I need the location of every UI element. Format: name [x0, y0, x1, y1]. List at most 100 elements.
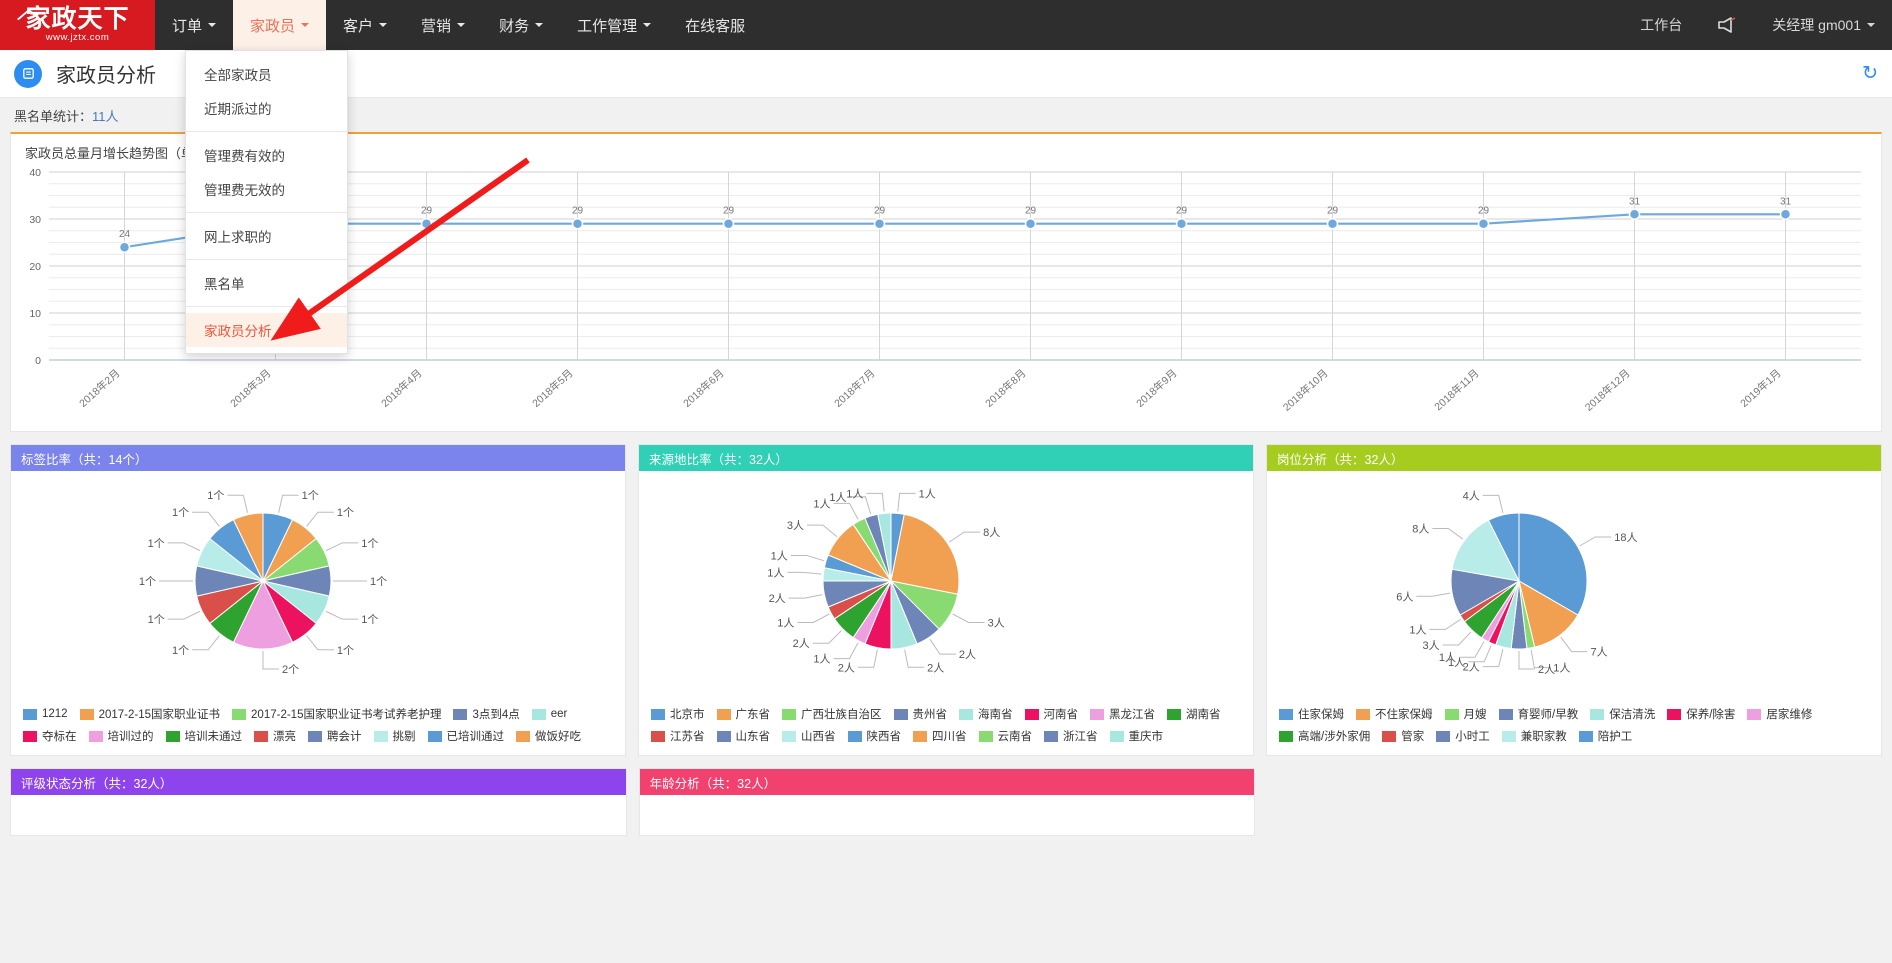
- legend-item[interactable]: 贵州省: [893, 706, 947, 722]
- legend-item[interactable]: 夺标在: [23, 728, 77, 744]
- panel-age-analysis: 年龄分析（共：32人）: [638, 768, 1256, 836]
- brand-logo[interactable]: 家政天下 www.jztx.com: [0, 0, 155, 50]
- nav-workbench[interactable]: 工作台: [1623, 0, 1699, 50]
- menu-item-网上求职的[interactable]: 网上求职的: [186, 219, 347, 253]
- menu-item-管理费有效的[interactable]: 管理费有效的: [186, 138, 347, 172]
- legend-item[interactable]: 做饭好吃: [516, 728, 581, 744]
- legend-item[interactable]: 3点到4点: [453, 706, 520, 722]
- legend-item[interactable]: 挑剔: [373, 728, 416, 744]
- legend-label: 山西省: [801, 731, 836, 743]
- page-title: 家政员分析: [56, 65, 156, 87]
- legend-item[interactable]: 1212: [23, 706, 68, 722]
- nav-item-0[interactable]: 订单: [155, 0, 233, 50]
- legend-swatch: [1279, 708, 1293, 720]
- legend-item[interactable]: 黑龙江省: [1090, 706, 1155, 722]
- legend-item[interactable]: 山西省: [782, 728, 836, 744]
- legend-item[interactable]: 海南省: [959, 706, 1013, 722]
- legend-swatch: [165, 730, 180, 742]
- legend-item[interactable]: 广东省: [716, 706, 771, 722]
- pie-slice-label: 1人: [1409, 623, 1426, 636]
- legend-item[interactable]: 兼职家教: [1501, 728, 1567, 744]
- legend-item[interactable]: 广西壮族自治区: [782, 706, 882, 722]
- legend-item[interactable]: 山东省: [716, 728, 771, 744]
- legend-label: 高端/涉外家佣: [1298, 731, 1371, 743]
- nav-item-label: 家政员: [250, 17, 296, 35]
- legend-swatch: [651, 708, 665, 720]
- legend-swatch: [847, 730, 862, 742]
- housekeeper-dropdown-menu[interactable]: 全部家政员 近期派过的管理费有效的 管理费无效的 网上求职的黑名单家政员分析: [185, 50, 348, 354]
- legend-swatch: [453, 708, 468, 720]
- pie-slice-label: 1个: [302, 489, 319, 502]
- svg-text:2018年6月: 2018年6月: [681, 367, 727, 410]
- megaphone-icon[interactable]: [1699, 0, 1755, 50]
- legend-item[interactable]: 保养/除害: [1667, 706, 1735, 722]
- nav-user-menu[interactable]: 关经理 gm001: [1755, 0, 1892, 50]
- svg-text:2018年7月: 2018年7月: [832, 367, 878, 410]
- nav-item-5[interactable]: 工作管理: [560, 0, 668, 50]
- legend-item[interactable]: eer: [531, 706, 567, 722]
- legend-item[interactable]: 四川省: [913, 728, 967, 744]
- legend-swatch: [959, 708, 973, 720]
- legend-item[interactable]: 育婴师/早教: [1498, 706, 1578, 722]
- pie-slice-label: 8人: [1412, 522, 1429, 535]
- legend-item[interactable]: 不住家保姆: [1356, 706, 1433, 722]
- refresh-icon[interactable]: ↻: [1862, 62, 1878, 85]
- legend-item[interactable]: 小时工: [1436, 728, 1490, 744]
- svg-text:29: 29: [723, 206, 735, 217]
- legend-label: 月嫂: [1463, 709, 1487, 721]
- nav-item-6[interactable]: 在线客服: [668, 0, 762, 50]
- legend-item[interactable]: 月嫂: [1444, 706, 1487, 722]
- legend-item[interactable]: 已培训通过: [427, 728, 504, 744]
- menu-item-近期派过的[interactable]: 近期派过的: [186, 91, 347, 125]
- legend-item[interactable]: 2017-2-15国家职业证书考试养老护理: [232, 706, 441, 722]
- panel-rating-status: 评级状态分析（共：32人）: [10, 768, 627, 836]
- nav-item-4[interactable]: 财务: [482, 0, 560, 50]
- legend-item[interactable]: 重庆市: [1109, 728, 1163, 744]
- legend-item[interactable]: 高端/涉外家佣: [1279, 728, 1370, 744]
- legend-item[interactable]: 河南省: [1024, 706, 1078, 722]
- pie-slice-label: 1个: [172, 506, 189, 519]
- legend-item[interactable]: 江苏省: [651, 728, 705, 744]
- legend-label: 广东省: [735, 709, 771, 721]
- legend-label: 培训过的: [107, 731, 154, 743]
- legend-item[interactable]: 陕西省: [847, 728, 901, 744]
- pie-slice-label: 1个: [207, 489, 224, 502]
- legend-item[interactable]: 管家: [1382, 728, 1424, 744]
- nav-item-2[interactable]: 客户: [326, 0, 404, 50]
- legend-label: 四川省: [932, 731, 967, 743]
- legend-item[interactable]: 住家保姆: [1279, 706, 1344, 722]
- pie-slice-label: 1个: [361, 537, 378, 550]
- menu-item-全部家政员[interactable]: 全部家政员: [186, 57, 347, 91]
- legend-item[interactable]: 聘会计: [308, 728, 362, 744]
- legend-item[interactable]: 云南省: [978, 728, 1032, 744]
- menu-item-黑名单[interactable]: 黑名单: [186, 266, 347, 300]
- nav-item-1[interactable]: 家政员: [233, 0, 327, 50]
- legend-item[interactable]: 培训过的: [88, 728, 154, 744]
- legend-swatch: [308, 730, 322, 742]
- legend-item[interactable]: 2017-2-15国家职业证书: [79, 706, 220, 722]
- menu-item-管理费无效的[interactable]: 管理费无效的: [186, 172, 347, 206]
- blacklist-stat-label: 黑名单统计：: [14, 108, 93, 124]
- legend-swatch: [1578, 730, 1593, 742]
- legend-label: 2017-2-15国家职业证书考试养老护理: [251, 709, 442, 721]
- pie-slice-label: 3人: [988, 616, 1005, 629]
- menu-item-家政员分析[interactable]: 家政员分析: [186, 313, 347, 347]
- legend-item[interactable]: 培训未通过: [165, 728, 242, 744]
- pie-slice-label: 2人: [838, 661, 855, 674]
- legend-item[interactable]: 保洁清洗: [1590, 706, 1655, 722]
- legend-item[interactable]: 浙江省: [1044, 728, 1098, 744]
- pie-slice-label: 1人: [771, 549, 788, 562]
- svg-text:29: 29: [421, 206, 433, 217]
- nav-item-3[interactable]: 营销: [404, 0, 482, 50]
- legend-item[interactable]: 居家维修: [1747, 706, 1812, 722]
- legend-tag-ratio: 1212 2017-2-15国家职业证书 2017-2-15国家职业证书考试养老护理…: [11, 699, 625, 755]
- legend-swatch: [1667, 708, 1682, 720]
- legend-swatch: [531, 708, 546, 720]
- legend-item[interactable]: 陪护工: [1578, 728, 1632, 744]
- legend-item[interactable]: 湖南省: [1167, 706, 1221, 722]
- legend-label: 山东省: [735, 731, 771, 743]
- legend-swatch: [427, 730, 442, 742]
- legend-item[interactable]: 北京市: [651, 706, 705, 722]
- chevron-down-icon: [208, 23, 217, 27]
- legend-item[interactable]: 漂亮: [254, 728, 296, 744]
